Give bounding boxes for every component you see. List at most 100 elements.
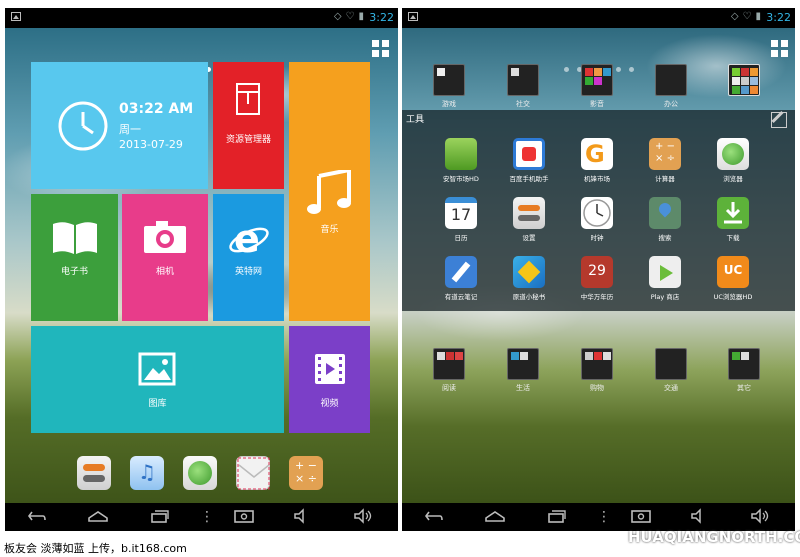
- all-apps-icon[interactable]: [372, 40, 390, 58]
- all-apps-icon[interactable]: [771, 40, 789, 58]
- status-bar: ◇♡▮ 3:22: [402, 8, 795, 28]
- gallery-label: 图库: [148, 399, 167, 409]
- ebook-label: 电子书: [60, 267, 88, 277]
- app-browser[interactable]: 浏览器: [702, 138, 764, 183]
- settings-toggle-icon: [513, 197, 545, 229]
- navigation-bar: ⋮: [402, 503, 795, 531]
- download-icon: [717, 197, 749, 229]
- right-screen: ◇♡▮ 3:22 游戏 社交 影音 办公 阅读 生活 购物 交通 其它 工具 安…: [402, 8, 795, 531]
- navigation-bar: ⋮: [5, 503, 398, 531]
- app-calculator[interactable]: + − × ÷ 计算器: [634, 138, 696, 183]
- app-yuandao-secretary[interactable]: 原道小秘书: [498, 256, 560, 301]
- menu-icon[interactable]: ⋮: [597, 508, 611, 526]
- camera-tile[interactable]: 相机: [122, 194, 208, 321]
- volume-up-icon[interactable]: [353, 508, 375, 526]
- map-pin-icon: [649, 197, 681, 229]
- clock-tile[interactable]: 03:22 AM 周一 2013-07-29: [31, 62, 208, 189]
- ebook-tile[interactable]: 电子书: [31, 194, 118, 321]
- folder-drawer: 工具 安智市场HD 百度手机助手 G 机锋市场 + − × ÷ 计算器 浏览器 1…: [402, 110, 795, 311]
- folder-office[interactable]: [655, 64, 687, 96]
- upload-caption: 板友会 淡薄如蓝 上传，b.it168.com: [4, 542, 187, 555]
- app-clock[interactable]: 时钟: [566, 197, 628, 242]
- app-baidu-assistant[interactable]: 百度手机助手: [498, 138, 560, 183]
- calculator-icon[interactable]: + − × ÷: [289, 456, 323, 490]
- app-youdao-note[interactable]: 有道云笔记: [430, 256, 492, 301]
- globe-icon: [717, 138, 749, 170]
- app-chinese-calendar[interactable]: 29 中华万年历: [566, 256, 628, 301]
- music-note-icon[interactable]: ♫: [130, 456, 164, 490]
- app-download[interactable]: 下载: [702, 197, 764, 242]
- gfan-icon: G: [581, 138, 613, 170]
- mail-icon[interactable]: [236, 456, 270, 490]
- settings-toggle-icon[interactable]: [77, 456, 111, 490]
- app-calendar[interactable]: 17 日历: [430, 197, 492, 242]
- clock-date: 2013-07-29: [119, 138, 183, 151]
- folder-label: 办公: [664, 100, 678, 108]
- menu-icon[interactable]: ⋮: [200, 508, 214, 526]
- left-screen: ◇♡▮ 3:22 03:22 AM 周一 2013-07-29 资源管理器 音乐…: [5, 8, 398, 531]
- wallpaper: 03:22 AM 周一 2013-07-29 资源管理器 音乐 电子书 相机 e…: [5, 28, 398, 503]
- cube-icon: [513, 256, 545, 288]
- picture-icon: [138, 352, 176, 386]
- status-bar: ◇♡▮ 3:22: [5, 8, 398, 28]
- back-button[interactable]: [27, 508, 47, 526]
- pen-icon: [445, 256, 477, 288]
- camera-icon: [144, 221, 186, 253]
- app-uc-browser[interactable]: UC UC浏览器HD: [702, 256, 764, 301]
- back-button[interactable]: [424, 508, 444, 526]
- screenshot-button[interactable]: [233, 508, 255, 526]
- status-time: 3:22: [369, 11, 394, 24]
- clock-weekday: 周一: [119, 123, 141, 136]
- calendar-icon: 29: [581, 256, 613, 288]
- folder-label: 交通: [664, 384, 678, 392]
- page-dot: [615, 67, 621, 72]
- recent-apps-button[interactable]: [150, 508, 170, 526]
- internet-label: 英特网: [234, 267, 262, 277]
- app-search[interactable]: 搜索: [634, 197, 696, 242]
- document-icon: [236, 83, 260, 115]
- clock-icon: [581, 197, 613, 229]
- folder-label: 其它: [737, 384, 751, 392]
- folder-other[interactable]: [728, 348, 760, 380]
- calculator-icon: + − × ÷: [649, 138, 681, 170]
- folder-label: 购物: [590, 384, 604, 392]
- video-label: 视频: [320, 399, 339, 409]
- music-tile[interactable]: 音乐: [289, 62, 370, 321]
- folder-social[interactable]: [507, 64, 539, 96]
- video-tile[interactable]: 视频: [289, 326, 370, 433]
- ie-browser-icon: e: [229, 218, 269, 258]
- folder-games[interactable]: [433, 64, 465, 96]
- app-gfan-market[interactable]: G 机锋市场: [566, 138, 628, 183]
- folder-media[interactable]: [581, 64, 613, 96]
- folder-shopping[interactable]: [581, 348, 613, 380]
- app-anzhi-market[interactable]: 安智市场HD: [430, 138, 492, 183]
- globe-icon[interactable]: [183, 456, 217, 490]
- folder-transport[interactable]: [655, 348, 687, 380]
- drawer-title: 工具: [406, 115, 425, 125]
- home-button[interactable]: [484, 508, 506, 526]
- film-icon: [315, 354, 345, 384]
- recent-apps-button[interactable]: [547, 508, 567, 526]
- folder-reading[interactable]: [433, 348, 465, 380]
- edit-icon[interactable]: [771, 110, 787, 128]
- folder-tools[interactable]: [728, 64, 760, 96]
- home-button[interactable]: [87, 508, 109, 526]
- file-manager-label: 资源管理器: [225, 135, 271, 145]
- watermark: HUAQIANGNORTH.COM: [628, 528, 800, 546]
- screenshot-notification-icon: [11, 12, 21, 21]
- file-manager-tile[interactable]: 资源管理器: [213, 62, 284, 189]
- volume-down-icon[interactable]: [293, 508, 311, 526]
- folder-life[interactable]: [507, 348, 539, 380]
- calendar-icon: 17: [445, 197, 477, 229]
- page-dot: [563, 67, 569, 72]
- app-settings[interactable]: 设置: [498, 197, 560, 242]
- folder-label: 生活: [516, 384, 530, 392]
- gallery-tile[interactable]: 图库: [31, 326, 284, 433]
- folder-label: 游戏: [442, 100, 456, 108]
- signal-icons: ◇♡▮: [730, 11, 765, 22]
- screenshot-button[interactable]: [630, 508, 652, 526]
- volume-down-icon[interactable]: [690, 508, 708, 526]
- volume-up-icon[interactable]: [750, 508, 772, 526]
- app-play-store[interactable]: Play 商店: [634, 256, 696, 301]
- internet-tile[interactable]: e 英特网: [213, 194, 284, 321]
